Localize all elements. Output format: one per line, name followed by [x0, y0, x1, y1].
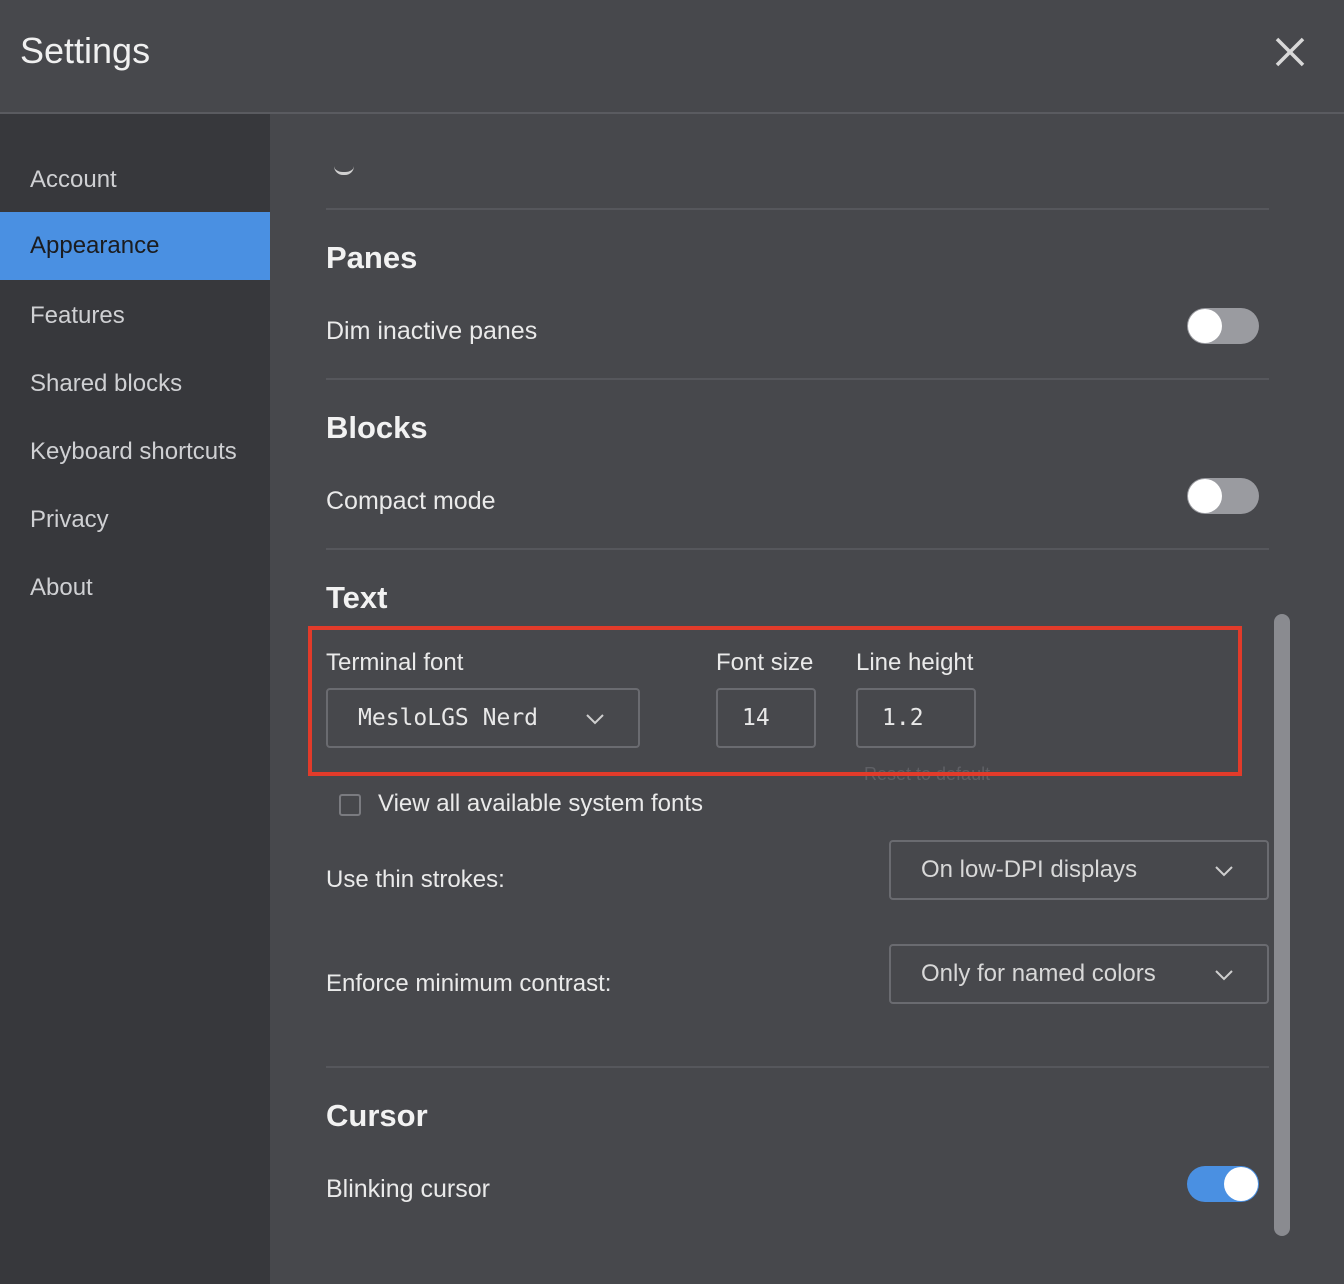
terminal-font-value: MesloLGS Nerd [358, 705, 539, 731]
toggle-knob [1188, 309, 1222, 343]
view-all-fonts-label: View all available system fonts [378, 790, 704, 817]
line-height-label: Line height [856, 649, 974, 676]
chevron-down-icon [586, 714, 604, 725]
compact-mode-toggle[interactable] [1187, 478, 1259, 514]
terminal-font-dropdown[interactable]: MesloLGS Nerd [326, 688, 640, 748]
sidebar-item-keyboard-shortcuts[interactable]: Keyboard shortcuts [0, 418, 270, 486]
thin-strokes-label: Use thin strokes: [326, 866, 505, 893]
min-contrast-dropdown[interactable]: Only for named colors [889, 944, 1269, 1004]
section-title-text: Text [326, 580, 388, 615]
section-title-cursor: Cursor [326, 1098, 428, 1133]
divider [326, 378, 1269, 380]
font-size-input[interactable]: 14 [716, 688, 816, 748]
divider [326, 1066, 1269, 1068]
sidebar-item-privacy[interactable]: Privacy [0, 486, 270, 554]
font-size-label: Font size [716, 649, 814, 676]
sidebar-item-appearance[interactable]: Appearance [0, 212, 270, 280]
reset-to-default-link[interactable]: Reset to default [864, 764, 990, 785]
blinking-cursor-toggle[interactable] [1187, 1166, 1259, 1202]
sidebar-item-shared-blocks[interactable]: Shared blocks [0, 350, 270, 418]
toggle-knob [1224, 1167, 1258, 1201]
sidebar-item-account[interactable]: Account [0, 146, 270, 214]
clipped-content-fragment [334, 166, 354, 175]
compact-mode-label: Compact mode [326, 487, 496, 515]
scrollbar[interactable] [1274, 614, 1290, 1236]
settings-content: Panes Dim inactive panes Blocks Compact … [270, 114, 1344, 1284]
chevron-down-icon [1215, 866, 1233, 877]
thin-strokes-value: On low-DPI displays [921, 856, 1138, 883]
sidebar-item-about[interactable]: About [0, 554, 270, 622]
close-icon [1275, 37, 1305, 67]
thin-strokes-dropdown[interactable]: On low-DPI displays [889, 840, 1269, 900]
terminal-font-label: Terminal font [326, 649, 464, 676]
line-height-value: 1.2 [882, 705, 924, 731]
line-height-input[interactable]: 1.2 [856, 688, 976, 748]
min-contrast-label: Enforce minimum contrast: [326, 970, 612, 997]
settings-header: Settings [0, 0, 1344, 114]
chevron-down-icon [1215, 970, 1233, 981]
font-size-value: 14 [742, 705, 770, 731]
section-title-blocks: Blocks [326, 410, 428, 445]
dim-inactive-panes-label: Dim inactive panes [326, 317, 538, 345]
dim-inactive-panes-toggle[interactable] [1187, 308, 1259, 344]
view-all-fonts-checkbox[interactable] [339, 794, 361, 816]
divider [326, 208, 1269, 210]
toggle-knob [1188, 479, 1222, 513]
divider [326, 548, 1269, 550]
close-button[interactable] [1268, 30, 1312, 74]
section-title-panes: Panes [326, 240, 418, 275]
sidebar: Account Appearance Features Shared block… [0, 114, 270, 1284]
window-title: Settings [20, 30, 151, 71]
blinking-cursor-label: Blinking cursor [326, 1175, 490, 1203]
sidebar-item-features[interactable]: Features [0, 282, 270, 350]
min-contrast-value: Only for named colors [921, 960, 1156, 987]
